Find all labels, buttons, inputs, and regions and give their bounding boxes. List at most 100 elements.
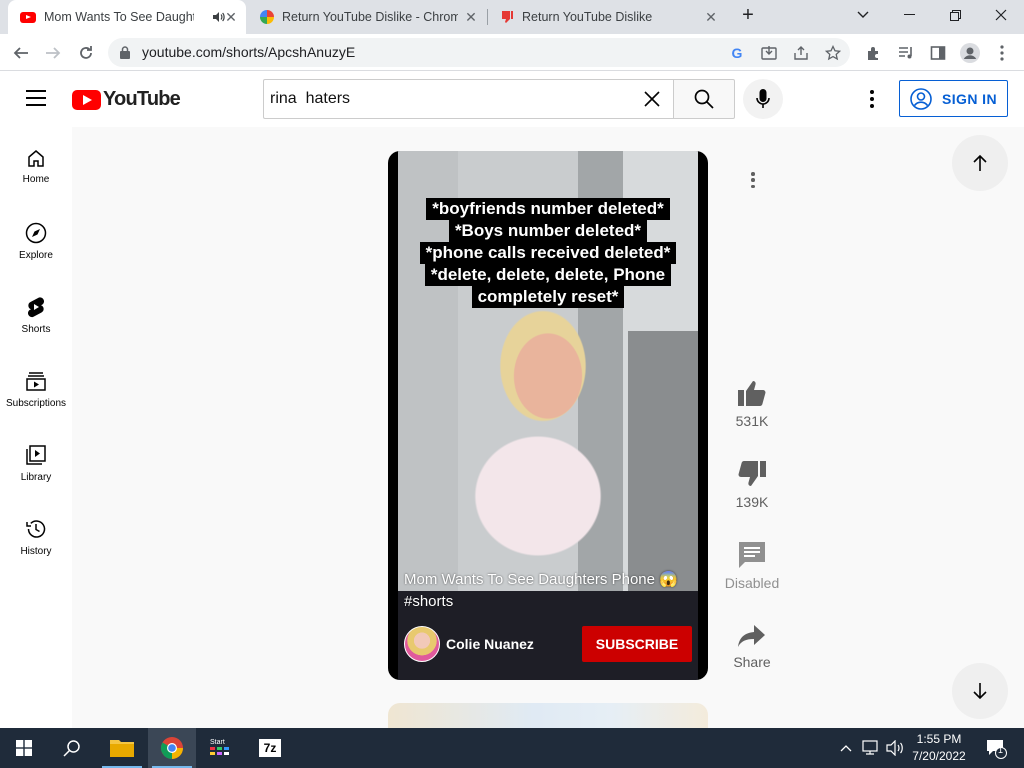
minimize-button[interactable] [886,0,932,30]
media-control-icon[interactable] [893,40,919,66]
channel-avatar[interactable] [404,626,440,662]
file-explorer-icon[interactable] [98,728,146,768]
like-count: 531K [735,413,769,429]
notifications-icon[interactable]: 1 [978,728,1014,768]
chevron-up-icon[interactable] [836,728,856,768]
short-title[interactable]: Mom Wants To See Daughters Phone 😱 #shor… [404,569,699,613]
sidebar-item-library[interactable]: Library [0,423,72,497]
start-menu-app-icon[interactable]: Start [198,728,246,768]
settings-more-icon[interactable] [860,87,884,111]
search-icon[interactable] [48,728,96,768]
tab-close-icon[interactable]: ✕ [464,10,478,24]
sidebar-item-label: Explore [19,250,53,261]
search-button[interactable] [673,79,735,119]
url-text: youtube.com/shorts/ApcshAnuzyE [142,44,356,60]
clear-search-icon[interactable] [643,90,661,108]
side-panel-icon[interactable] [925,40,951,66]
lock-icon[interactable] [120,46,130,59]
sidebar-item-label: Shorts [21,324,51,335]
tab-search-chevron-icon[interactable] [840,0,886,30]
youtube-logo[interactable]: YouTube [72,88,181,111]
previous-short-button[interactable] [952,135,1008,191]
share-page-icon[interactable] [792,44,810,62]
arrow-up-icon [973,154,987,171]
short-video-player[interactable]: *boyfriends number deleted* *Boys number… [388,151,708,680]
close-window-button[interactable] [978,0,1024,30]
sidebar-item-explore[interactable]: Explore [0,201,72,275]
comments-label: Disabled [724,575,780,591]
svg-text:Start: Start [210,739,225,746]
profile-avatar-icon[interactable] [957,40,983,66]
google-translate-icon[interactable]: G [728,44,746,62]
account-icon [910,87,932,110]
forward-icon[interactable] [40,40,66,66]
tab-title: Mom Wants To See Daughte [44,10,194,24]
arrow-down-icon [973,683,987,700]
sidebar-item-label: History [20,546,52,557]
clock-time: 1:55 PM [916,732,962,746]
sidebar-item-home[interactable]: Home [0,127,72,201]
network-icon[interactable] [860,728,882,768]
chrome-web-store-icon [260,10,274,24]
voice-search-button[interactable] [743,79,783,119]
thumbs-down-icon [738,461,766,486]
dislike-icon [502,11,513,23]
extensions-puzzle-icon[interactable] [861,40,887,66]
microphone-icon [756,89,770,108]
tab-close-icon[interactable]: ✕ [704,10,718,24]
new-tab-button[interactable]: + [730,0,766,30]
volume-icon[interactable] [884,728,906,768]
logo-text: YouTube [103,88,181,110]
video-caption-overlay: *boyfriends number deleted* *Boys number… [388,198,708,308]
compass-icon [25,222,47,244]
search-box[interactable] [263,79,673,119]
sidebar: Home Explore Shorts Subscriptions Librar… [0,127,72,728]
chrome-menu-icon[interactable] [989,40,1015,66]
library-icon [26,445,46,465]
restore-button[interactable] [932,0,978,30]
browser-tab-return-dislike[interactable]: Return YouTube Dislike ✕ [488,0,726,34]
comment-icon [739,542,765,568]
home-icon [28,150,44,167]
like-button[interactable]: 531K [712,379,792,429]
thumbs-up-icon [738,381,766,406]
sidebar-item-shorts[interactable]: Shorts [0,275,72,349]
channel-name[interactable]: Colie Nuanez [446,636,534,652]
7zip-icon[interactable]: 7z [246,728,294,768]
tab-close-icon[interactable]: ✕ [224,10,238,24]
address-bar[interactable]: youtube.com/shorts/ApcshAnuzyE G [108,38,850,67]
next-short-preview[interactable] [388,703,708,728]
caption-line: *boyfriends number deleted* [426,198,670,220]
caption-line: *Boys number deleted* [448,220,648,242]
video-more-options-icon[interactable] [749,169,757,191]
youtube-logo-icon [72,89,101,110]
share-button[interactable]: Share [712,624,792,670]
bookmark-star-icon[interactable] [824,44,842,62]
sign-in-button[interactable]: SIGN IN [899,80,1008,117]
back-icon[interactable] [8,40,34,66]
tab-title: Return YouTube Dislike [522,10,653,24]
chrome-taskbar-icon[interactable] [148,728,196,768]
search-icon [694,89,714,109]
share-arrow-icon [738,625,765,647]
caption-line: completely reset* [471,286,625,308]
shorts-icon [27,297,45,318]
browser-tab-youtube[interactable]: Mom Wants To See Daughte ✕ [8,0,246,34]
clock-date: 7/20/2022 [912,749,966,763]
subscriptions-icon [26,372,46,391]
share-label: Share [733,654,771,670]
search-input[interactable] [270,80,630,118]
sidebar-item-history[interactable]: History [0,497,72,571]
next-short-button[interactable] [952,663,1008,719]
subscribe-button[interactable]: SUBSCRIBE [582,626,692,662]
windows-start-icon[interactable] [0,728,48,768]
dislike-button[interactable]: 139K [712,460,792,510]
install-app-icon[interactable] [760,44,778,62]
browser-toolbar: youtube.com/shorts/ApcshAnuzyE G [0,34,1024,71]
sidebar-item-subscriptions[interactable]: Subscriptions [0,349,72,423]
menu-icon[interactable] [26,90,46,108]
taskbar-clock[interactable]: 1:55 PM 7/20/2022 [908,731,970,765]
browser-tab-chrome-store[interactable]: Return YouTube Dislike - Chrome ✕ [248,0,486,34]
reload-icon[interactable] [73,40,99,66]
comments-button[interactable]: Disabled [712,541,792,591]
